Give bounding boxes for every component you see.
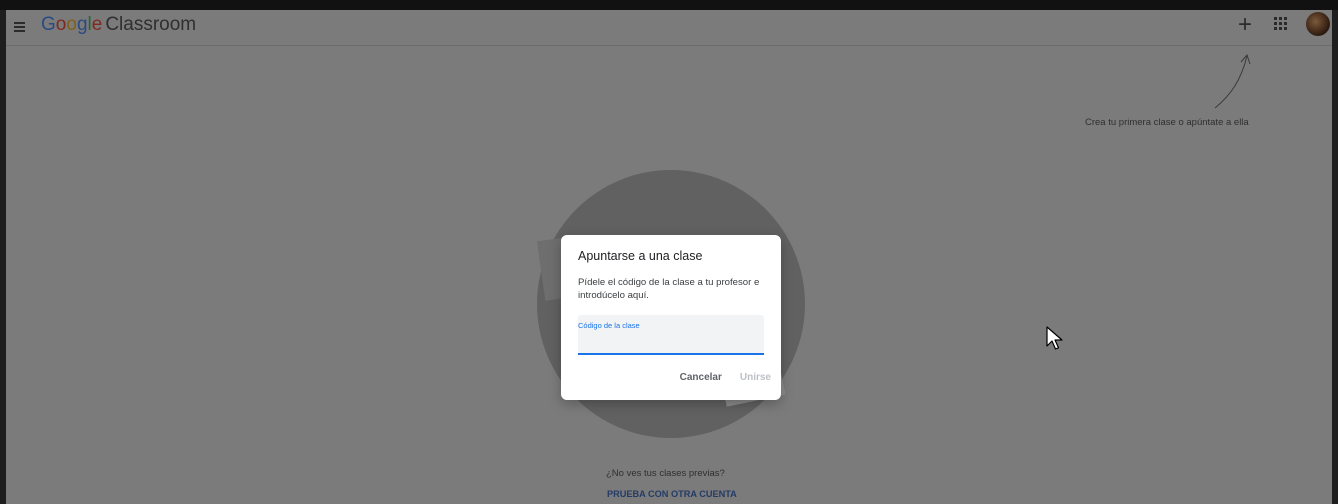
- dialog-actions: Cancelar Unirse: [680, 370, 771, 386]
- logo-letter: g: [76, 14, 88, 35]
- hamburger-line: [14, 30, 25, 32]
- account-avatar[interactable]: [1306, 12, 1330, 36]
- cancel-button[interactable]: Cancelar: [680, 370, 722, 386]
- create-class-hint: Crea tu primera clase o apúntate a ella: [1085, 117, 1249, 128]
- google-classroom-logo[interactable]: Google Classroom: [41, 14, 196, 36]
- classroom-screen: Google Classroom + Crea tu primera clase …: [6, 10, 1332, 504]
- dialog-title: Apuntarse a una clase: [578, 249, 703, 263]
- join-button[interactable]: Unirse: [740, 370, 771, 386]
- create-or-join-class-button[interactable]: +: [1232, 12, 1258, 38]
- join-class-dialog: Apuntarse a una clase Pídele el código d…: [561, 235, 781, 400]
- hint-arrow-icon: [1214, 54, 1251, 109]
- plus-icon: +: [1237, 11, 1252, 38]
- main-menu-button[interactable]: [8, 13, 34, 39]
- window-frame-top: [0, 0, 1338, 10]
- logo-letter: o: [66, 14, 77, 35]
- class-code-input[interactable]: Código de la clase: [578, 315, 764, 355]
- logo-letter: o: [55, 14, 67, 35]
- dialog-instructions: Pídele el código de la clase a tu profes…: [578, 277, 760, 301]
- hamburger-menu-icon: [14, 22, 25, 24]
- previous-classes-question: ¿No ves tus clases previas?: [606, 468, 725, 479]
- google-apps-button[interactable]: [1273, 16, 1289, 32]
- logo-letter: e: [91, 14, 103, 35]
- logo-letter: G: [41, 14, 56, 35]
- hamburger-line: [14, 26, 25, 28]
- try-another-account-link[interactable]: PRUEBA CON OTRA CUENTA: [607, 489, 737, 499]
- top-app-bar: Google Classroom +: [6, 10, 1332, 46]
- logo-product-name: Classroom: [105, 14, 197, 35]
- class-code-label: Código de la clase: [578, 321, 640, 330]
- mouse-pointer-icon: [1046, 326, 1063, 350]
